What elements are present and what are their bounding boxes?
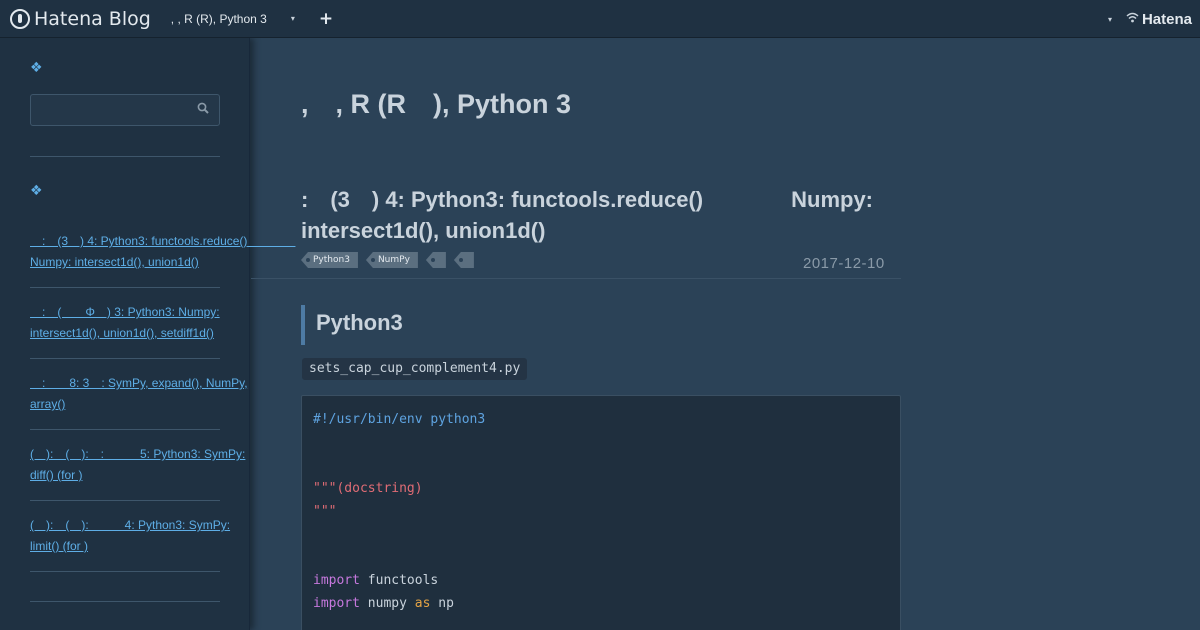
recent-entry-link[interactable]: : 8: 3 : SymPy, expand(), NumPy, array() <box>30 373 248 415</box>
sidebar-search-heading-icon: ❖ <box>30 60 43 76</box>
add-blog-plus-icon[interactable]: + <box>319 9 333 29</box>
tag-python3[interactable]: Python3 <box>301 252 358 268</box>
code-block: #!/usr/bin/env python3 """(docstring) ""… <box>301 395 901 630</box>
list-item: ( ): ( ): : 5: Python3: SymPy: diff() (f… <box>30 430 245 501</box>
hatena-text: Hatena <box>1141 10 1192 28</box>
sidebar-divider <box>30 572 220 602</box>
list-item: : (3 ) 4: Python3: functools.reduce() Nu… <box>30 219 295 288</box>
entry-date[interactable]: 2017-12-10 <box>803 255 885 272</box>
search-input[interactable] <box>30 94 220 126</box>
list-item: : ( Φ ) 3: Python3: Numpy: intersect1d()… <box>30 288 220 359</box>
code-line: import numpy as np <box>313 592 889 615</box>
search-icon[interactable] <box>197 102 209 114</box>
list-item: : 8: 3 : SymPy, expand(), NumPy, array() <box>30 359 248 430</box>
hatena-logo[interactable]: Hatena <box>1126 11 1192 28</box>
entry-header-divider <box>251 278 901 279</box>
global-header: Hatena Blog , , R (R), Python 3 ▾ + ▾ Ha… <box>0 0 1200 38</box>
header-blog-title[interactable]: , , R (R), Python 3 <box>171 12 267 26</box>
hatena-blog-logo[interactable]: Hatena Blog <box>10 8 151 30</box>
code-keyword: import <box>313 573 360 588</box>
code-keyword: import <box>313 596 360 611</box>
section-heading: Python3 <box>301 305 403 345</box>
tag-untitled[interactable] <box>425 252 446 268</box>
recent-entries-list: : (3 ) 4: Python3: functools.reduce() Nu… <box>30 219 295 602</box>
recent-entry-link[interactable]: ( ): ( ): : 5: Python3: SymPy: diff() (f… <box>30 444 248 486</box>
entry-title-line: intersect1d(), union1d() <box>301 218 546 243</box>
sidebar-divider <box>30 156 220 157</box>
logo-text: Hatena Blog <box>34 7 151 30</box>
blog-title[interactable]: , , R (R ), Python 3 <box>301 82 571 121</box>
code-line: #!/usr/bin/env python3 <box>313 412 486 427</box>
tag-numpy[interactable]: NumPy <box>365 252 418 268</box>
entry-tags: Python3 NumPy <box>301 252 474 268</box>
recent-entry-link[interactable]: ( ): ( ): 4: Python3: SymPy: limit() (fo… <box>30 515 248 557</box>
header-right: ▾ Hatena <box>1108 0 1192 38</box>
sidebar-recent-heading-icon: ❖ <box>30 183 43 199</box>
sidebar: ❖ ❖ : (3 ) 4: Python3: functools.reduce(… <box>0 38 295 630</box>
entry-title-line: : (3 ) 4: Python3: functools.reduce() Nu… <box>301 187 874 212</box>
entry-title[interactable]: : (3 ) 4: Python3: functools.reduce() Nu… <box>301 184 901 246</box>
code-line: import functools <box>313 569 889 592</box>
code-line: """(docstring) <box>313 481 423 496</box>
hatena-blog-logo-icon <box>10 8 30 29</box>
blog-menu-chevron-down-icon[interactable]: ▾ <box>291 14 295 23</box>
recent-entry-link[interactable]: : (3 ) 4: Python3: functools.reduce() Nu… <box>30 231 295 273</box>
code-line: """ <box>313 504 337 519</box>
code-keyword: as <box>414 596 431 611</box>
recent-entry-link[interactable]: : ( Φ ) 3: Python3: Numpy: intersect1d()… <box>30 302 248 344</box>
user-menu-chevron-down-icon[interactable]: ▾ <box>1108 15 1112 24</box>
code-token: numpy <box>359 596 415 611</box>
list-item: ( ): ( ): 4: Python3: SymPy: limit() (fo… <box>30 501 230 572</box>
code-filename: sets_cap_cup_complement4.py <box>302 358 528 380</box>
code-token: functools <box>359 573 439 588</box>
main-content: , , R (R ), Python 3 : (3 ) 4: Python3: … <box>251 38 1200 630</box>
hatena-wifi-icon <box>1126 12 1139 26</box>
code-token: np <box>430 596 454 611</box>
tag-untitled[interactable] <box>453 252 474 268</box>
